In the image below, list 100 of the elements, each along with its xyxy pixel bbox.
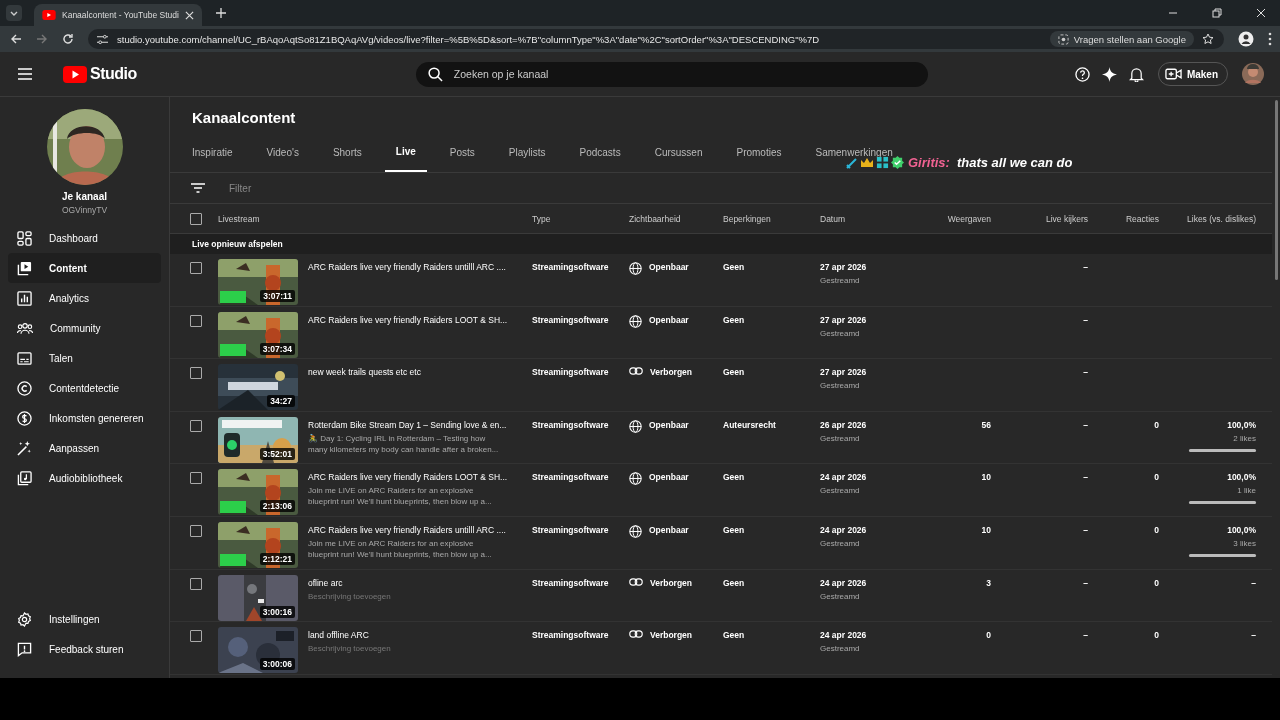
table-cell: –	[1083, 262, 1088, 272]
sidebar-item[interactable]: Community	[8, 313, 161, 343]
video-title[interactable]: ofline arc	[308, 577, 532, 588]
checkbox[interactable]	[190, 212, 202, 225]
tab[interactable]: Video's	[255, 139, 310, 172]
checkbox[interactable]	[190, 630, 202, 643]
filter-icon[interactable]	[191, 183, 205, 193]
tab[interactable]: Playlists	[497, 139, 557, 172]
close-icon[interactable]	[184, 10, 194, 20]
video-title[interactable]: ARC Raiders live very friendly Raiders LOOT & SH...	[308, 472, 532, 483]
channel-name: OGVinnyTV	[61, 205, 108, 215]
video-title[interactable]: ARC Raiders live very friendly Raiders untilll ARC ....	[308, 262, 532, 272]
visibility-dropdown[interactable]: Verborgen	[629, 367, 723, 411]
tab[interactable]: Shorts	[321, 139, 373, 172]
visibility-dropdown[interactable]: Openbaar	[629, 314, 723, 359]
table-cell: 56	[981, 419, 991, 430]
tab[interactable]: Podcasts	[568, 139, 632, 172]
sidebar-item[interactable]: Inkomsten genereren	[8, 403, 161, 433]
close-icon[interactable]	[1256, 8, 1266, 18]
video-title[interactable]: land offline ARC	[308, 630, 532, 641]
video-title[interactable]: ARC Raiders live very friendly Raiders LOOT & SH...	[308, 314, 532, 325]
help-icon[interactable]	[1074, 66, 1090, 82]
status-text: Gestreamd	[820, 486, 861, 496]
column-header[interactable]: Likes (vs. dislikes)	[1159, 213, 1256, 224]
column-header[interactable]: Weergaven	[916, 213, 991, 224]
table-cell: –	[1083, 314, 1088, 325]
tab[interactable]: Live	[384, 139, 427, 172]
more-icon[interactable]	[1268, 32, 1272, 46]
table-cell-text: Geen	[723, 577, 746, 590]
checkbox[interactable]	[190, 524, 202, 537]
video-plus-icon	[1164, 68, 1182, 80]
dashboard-icon	[17, 230, 32, 246]
likes-percentage: –	[1251, 577, 1256, 588]
tab[interactable]: Samenwerkingen	[804, 139, 904, 172]
crown-icon	[860, 157, 874, 168]
browser-tab[interactable]: Kanaalcontent - YouTube Studi	[34, 4, 202, 26]
new-tab-icon[interactable]	[215, 8, 226, 18]
sidebar-item[interactable]: Dashboard	[8, 223, 161, 253]
table-cell-text: Geen	[723, 367, 746, 380]
column-header[interactable]: Datum	[820, 213, 916, 224]
visibility-dropdown[interactable]: Verborgen	[629, 630, 723, 674]
tab-list-button[interactable]	[6, 5, 22, 21]
sidebar-item[interactable]: Instellingen	[8, 604, 161, 634]
visibility-dropdown[interactable]: Verborgen	[629, 577, 723, 622]
status-text: Gestreamd	[820, 328, 861, 338]
checkbox[interactable]	[190, 262, 202, 274]
sidebar-item[interactable]: Content	[8, 253, 161, 283]
link-icon	[629, 630, 643, 639]
table-cell-text: Geen	[723, 314, 746, 327]
ask-google-button[interactable]: Vragen stellen aan Google	[1049, 31, 1194, 47]
checkbox[interactable]	[190, 472, 202, 485]
sidebar-item[interactable]: Talen	[8, 343, 161, 373]
search-field[interactable]: Zoeken op je kanaal	[415, 61, 928, 87]
reload-icon[interactable]	[62, 33, 74, 45]
table-cell: –	[1083, 472, 1088, 483]
address-bar[interactable]: studio.youtube.com/channel/UC_rBAqoAqtSo81Z1BQAqAVg/videos/live?filter=%5B%5D&sort=%7B"columnType"%3A"date"%2C"sortOrder"%3A"DESCENDING"%7D Vragen stellen aan Google	[88, 29, 1224, 49]
video-title[interactable]: Rotterdam Bike Stream Day 1 – Sending love & en...	[308, 419, 532, 430]
checkbox[interactable]	[190, 419, 202, 432]
menu-icon[interactable]	[18, 68, 32, 80]
bell-icon[interactable]	[1128, 66, 1144, 82]
column-header[interactable]: Reacties	[1088, 213, 1159, 224]
sparkle-icon[interactable]	[1101, 66, 1117, 82]
star-icon[interactable]	[1202, 33, 1214, 45]
video-library-icon	[17, 260, 32, 276]
site-settings-icon[interactable]	[96, 33, 109, 45]
sidebar-item[interactable]: Aanpassen	[8, 433, 161, 463]
visibility-dropdown[interactable]: Openbaar	[629, 262, 723, 306]
forward-icon[interactable]	[36, 33, 48, 45]
checkbox[interactable]	[190, 577, 202, 590]
video-description: Join me LIVE on ARC Raiders for an explosive blueprint run! We'll hunt blueprints, then blow up a...	[308, 485, 493, 508]
tab[interactable]: Inspiratie	[192, 139, 244, 172]
table-cell-text: Geen	[723, 262, 746, 274]
checkbox[interactable]	[190, 314, 202, 327]
column-header[interactable]: Beperkingen	[723, 213, 820, 224]
link-icon	[629, 577, 643, 586]
filter-field[interactable]: Filter	[227, 181, 431, 195]
sidebar-item[interactable]: Feedback sturen	[8, 634, 161, 664]
tab[interactable]: Promoties	[725, 139, 793, 172]
column-header[interactable]: Type	[532, 213, 629, 224]
visibility-dropdown[interactable]: Openbaar	[629, 524, 723, 569]
column-header[interactable]: Zichtbaarheid	[629, 213, 723, 224]
sidebar-item[interactable]: Contentdetectie	[8, 373, 161, 403]
likes-percentage: 100,0%	[1227, 419, 1256, 430]
sidebar-item[interactable]: Analytics	[8, 283, 161, 313]
sidebar-item[interactable]: Audiobibliotheek	[8, 463, 161, 493]
checkbox[interactable]	[190, 367, 202, 380]
page-title: Kanaalcontent	[192, 109, 297, 126]
tab[interactable]: Posts	[438, 139, 486, 172]
visibility-dropdown[interactable]: Openbaar	[629, 419, 723, 464]
video-title[interactable]: ARC Raiders live very friendly Raiders untilll ARC ....	[308, 524, 532, 535]
back-icon[interactable]	[10, 33, 22, 45]
visibility-dropdown[interactable]: Openbaar	[629, 472, 723, 516]
column-header[interactable]: Livestream	[218, 213, 532, 224]
column-header[interactable]: Live kijkers	[991, 213, 1088, 224]
profile-icon[interactable]	[1238, 31, 1254, 47]
restore-icon[interactable]	[1212, 8, 1222, 18]
table-cell: 0	[1154, 472, 1159, 483]
studio-logo[interactable]: Studio	[63, 65, 137, 83]
tab[interactable]: Cursussen	[643, 139, 714, 172]
video-title[interactable]: new week trails quests etc etc	[308, 367, 532, 378]
